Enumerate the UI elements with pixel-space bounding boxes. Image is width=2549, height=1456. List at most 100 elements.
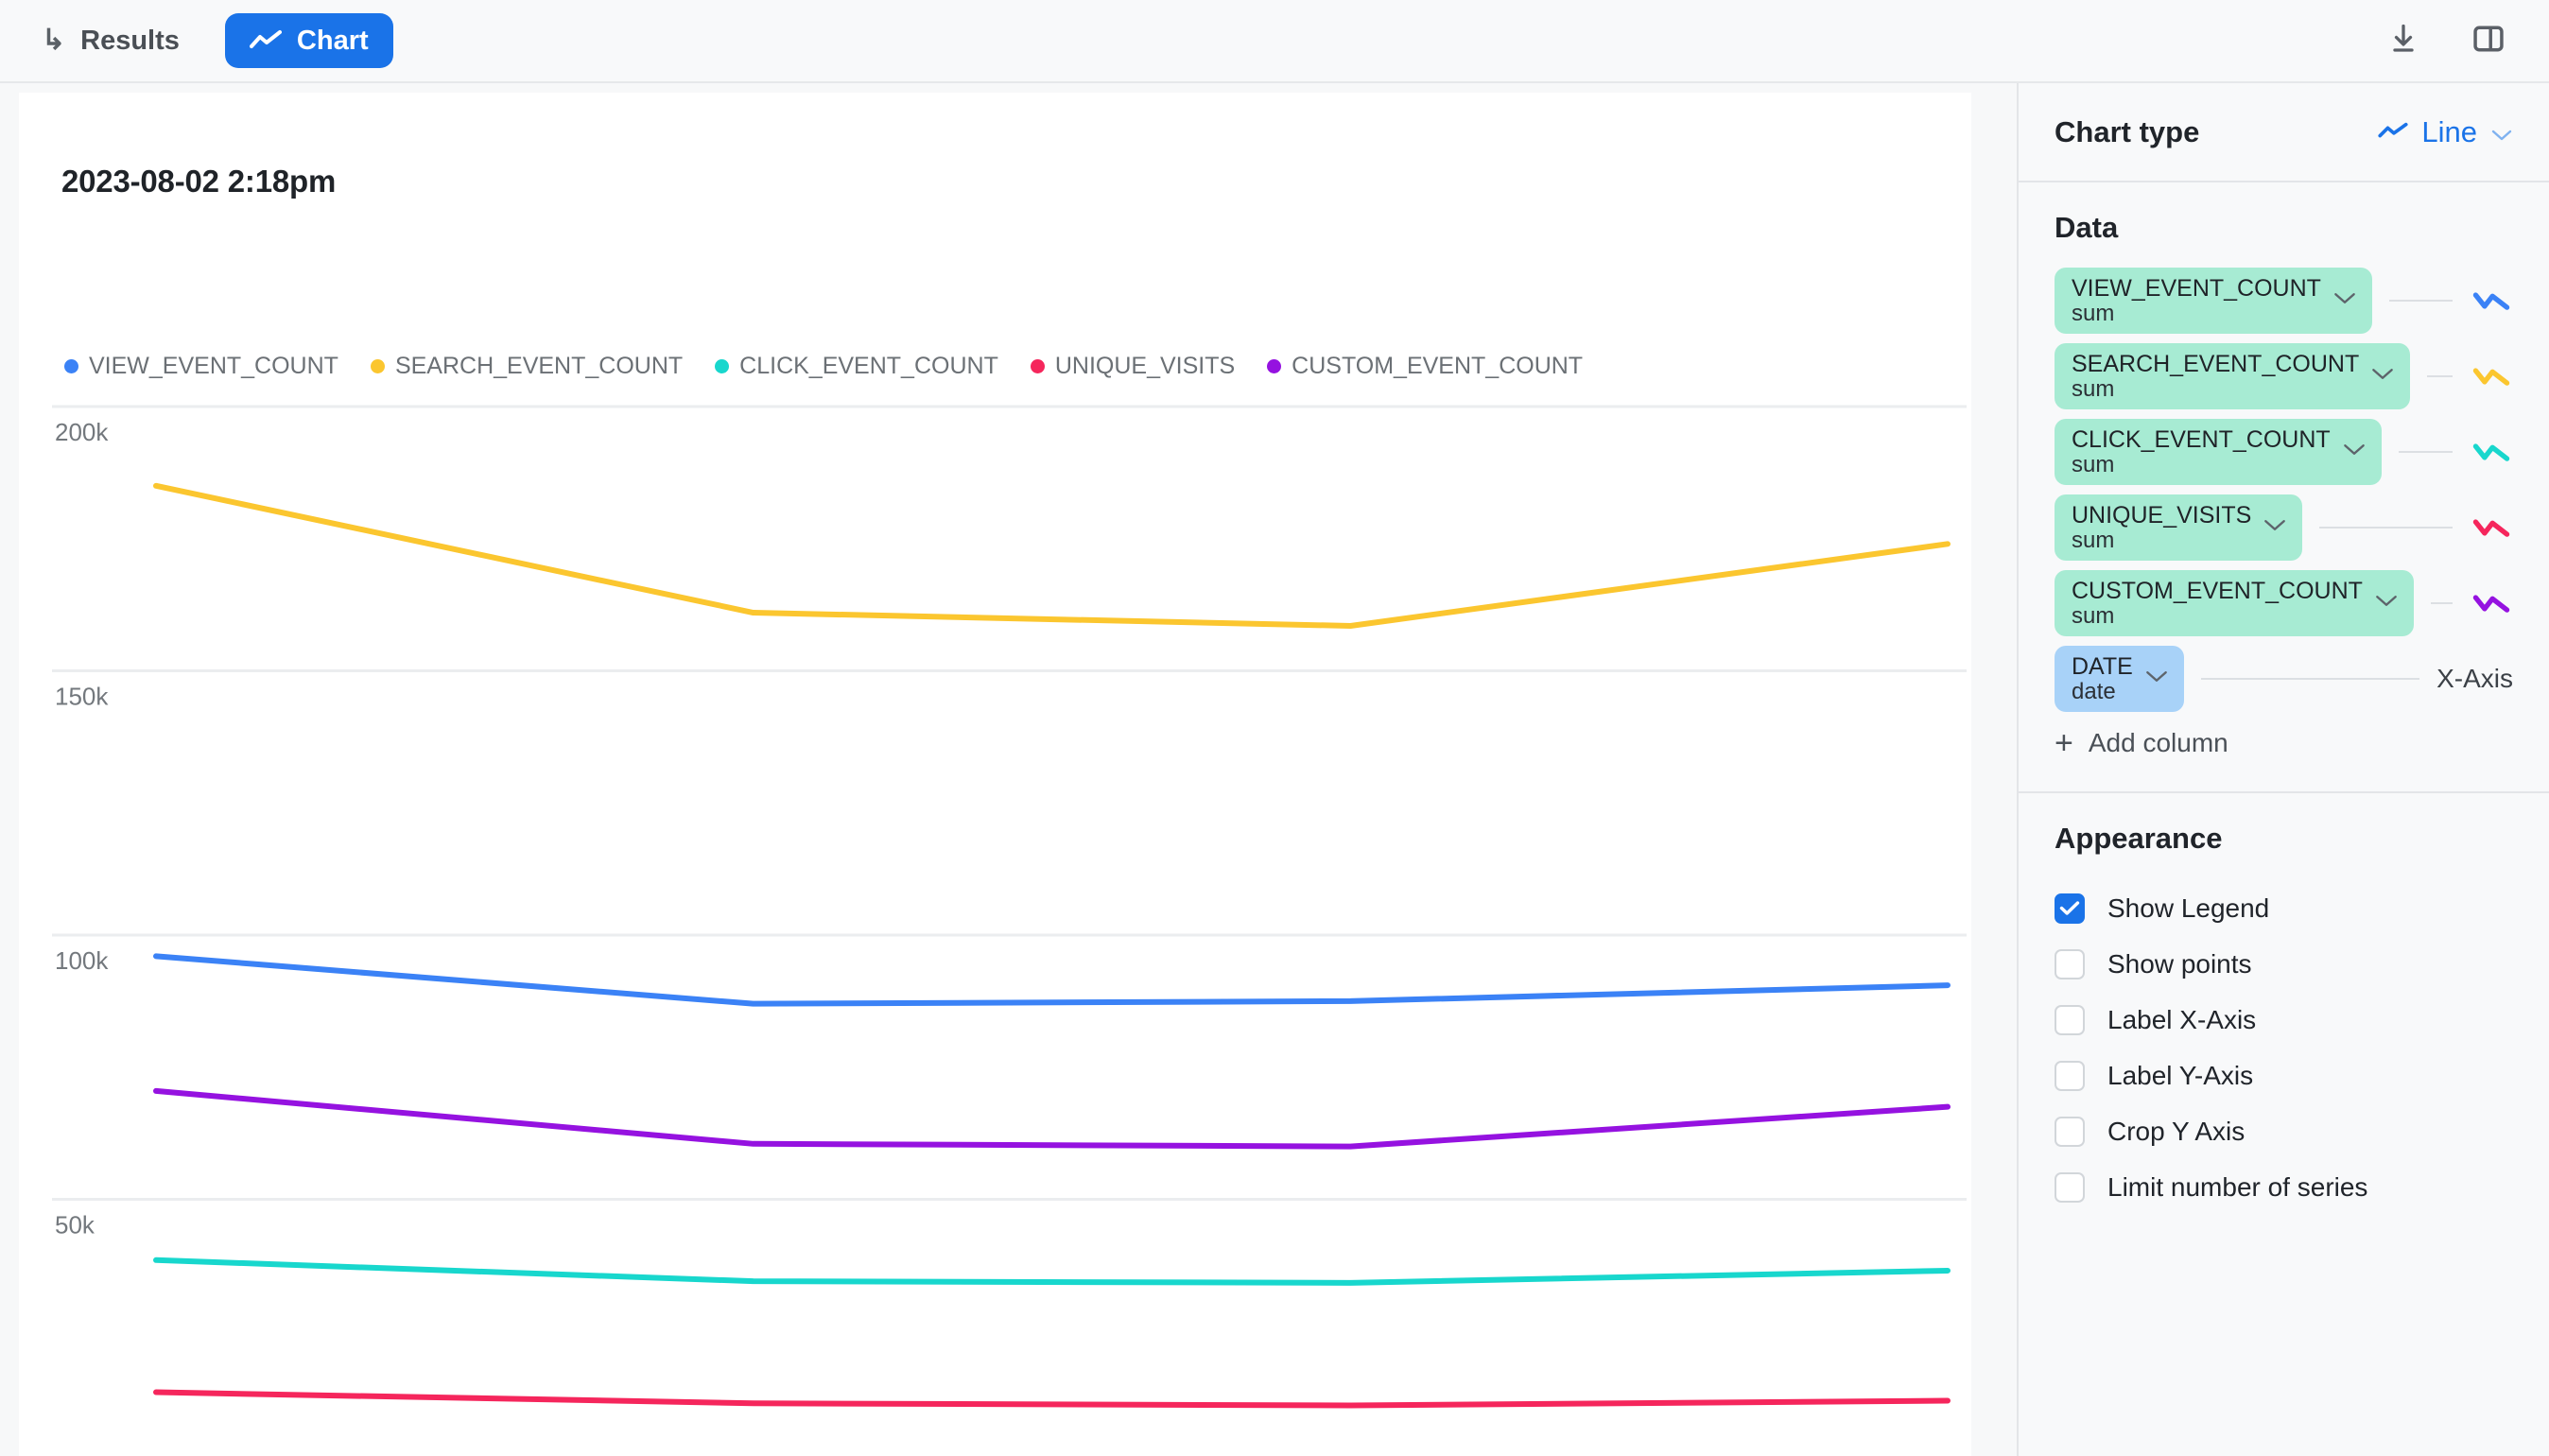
connector-line [2200,678,2420,680]
column-name: VIEW_EVENT_COUNT [2072,274,2321,302]
column-name: UNIQUE_VISITS [2072,501,2252,529]
connector-line [2430,602,2453,604]
column-chip[interactable]: CUSTOM_EVENT_COUNT sum [2055,569,2414,637]
view-tabs: ↳ Results Chart [0,13,393,68]
series-line-icon[interactable] [2470,288,2513,313]
plus-icon: + [2055,725,2073,761]
gridlines [52,405,1967,1201]
appearance-option[interactable]: Label Y-Axis [2055,1048,2513,1103]
toolbar-actions [2383,20,2549,61]
column-chip[interactable]: CLICK_EVENT_COUNT sum [2055,418,2382,486]
appearance-panel: Appearance Show Legend Show points Label X… [2019,793,2549,1215]
appearance-option-list: Show Legend Show points Label X-Axis Label … [2055,880,2513,1215]
data-column-row: VIEW_EVENT_COUNT sum [2055,267,2513,335]
column-aggregation: date [2072,678,2116,704]
column-aggregation: sum [2072,375,2115,402]
arrow-return-icon: ↳ [42,25,66,56]
tab-chart[interactable]: Chart [224,13,393,68]
checkbox-icon[interactable] [2055,1116,2085,1147]
appearance-option-label: Limit number of series [2107,1171,2368,1202]
main-area: 2023-08-02 2:18pm VIEW_EVENT_COUNT SEARCH… [0,83,2549,1456]
connector-line [2398,451,2453,453]
chart-pane: 2023-08-02 2:18pm VIEW_EVENT_COUNT SEARCH… [0,83,2017,1456]
series-line-icon[interactable] [2470,591,2513,615]
data-column-list: VIEW_EVENT_COUNT sum SEARCH_EVENT_COUNT sum… [2055,267,2513,713]
data-column-row: SEARCH_EVENT_COUNT sum [2055,342,2513,410]
column-name: CLICK_EVENT_COUNT [2072,425,2331,453]
line-chart-icon [2378,115,2408,149]
chevron-down-icon [2490,115,2513,149]
column-aggregation: sum [2072,451,2115,477]
connector-line [2388,300,2453,302]
chart-builder-app: ↳ Results Chart 2023-08-02 2:18pm VIEW_E… [0,0,2549,1456]
series-line-icon[interactable] [2470,364,2513,389]
column-name: SEARCH_EVENT_COUNT [2072,350,2360,377]
download-button[interactable] [2383,20,2424,61]
add-column-button[interactable]: + Add column [2055,727,2513,759]
tab-results[interactable]: ↳ Results [17,13,204,68]
chevron-down-icon [2342,442,2367,461]
data-panel: Data VIEW_EVENT_COUNT sum SEARCH_EVENT_COU… [2019,182,2549,793]
column-chip[interactable]: SEARCH_EVENT_COUNT sum [2055,342,2411,410]
tab-chart-label: Chart [296,25,369,56]
data-column-row: UNIQUE_VISITS sum [2055,494,2513,562]
chevron-down-icon [2332,291,2357,310]
checkbox-icon[interactable] [2055,1004,2085,1035]
appearance-option-label: Show Legend [2107,893,2270,923]
chart-type-panel: Chart type Line [2019,83,2549,182]
data-column-row: DATE date X-Axis [2055,645,2513,713]
checkbox-icon[interactable] [2055,948,2085,979]
column-name: DATE [2072,652,2133,680]
download-icon [2386,22,2420,61]
split-panel-button[interactable] [2468,20,2509,61]
connector-line [2319,527,2453,529]
chevron-down-icon [2263,518,2287,537]
chart-plot: 50k100k150k200k0 07-2707-2807-2907-30 [52,405,1967,1409]
chart-settings-sidebar: Chart type Line Data VIEW_EVENT_COUNT su… [2017,83,2549,1456]
top-toolbar: ↳ Results Chart [0,0,2549,83]
column-chip[interactable]: DATE date [2055,645,2184,713]
split-panel-icon [2471,21,2506,61]
chevron-down-icon [2144,669,2169,688]
column-chip[interactable]: UNIQUE_VISITS sum [2055,494,2303,562]
appearance-option[interactable]: Show points [2055,936,2513,992]
column-name: CUSTOM_EVENT_COUNT [2072,577,2363,604]
appearance-option-label: Crop Y Axis [2107,1116,2246,1146]
series-line-icon[interactable] [2470,515,2513,540]
y-tick-labels: 50k100k150k200k0 [55,418,109,1239]
column-aggregation: sum [2072,527,2115,553]
appearance-heading: Appearance [2055,822,2223,855]
appearance-option-label: Label X-Axis [2107,1004,2257,1034]
connector-line [2427,375,2453,377]
series-line-icon[interactable] [2470,440,2513,464]
appearance-option-label: Show points [2107,948,2252,979]
appearance-option[interactable]: Show Legend [2055,880,2513,936]
checkbox-icon[interactable] [2055,1060,2085,1091]
checkbox-checked-icon[interactable] [2055,893,2085,924]
checkbox-icon[interactable] [2055,1171,2085,1203]
y-tick-label: 100k [55,946,109,975]
y-tick-label: 50k [55,1211,95,1239]
series-line [153,482,1951,629]
tab-results-label: Results [80,25,180,56]
appearance-option[interactable]: Limit number of series [2055,1159,2513,1215]
appearance-option-label: Label Y-Axis [2107,1060,2254,1090]
data-column-row: CLICK_EVENT_COUNT sum [2055,418,2513,486]
chart-card: 2023-08-02 2:18pm VIEW_EVENT_COUNT SEARCH… [19,93,1971,1456]
column-aggregation: sum [2072,300,2115,326]
line-chart-icon [249,29,282,52]
x-axis-tag: X-Axis [2436,664,2513,693]
data-column-row: CUSTOM_EVENT_COUNT sum [2055,569,2513,637]
chart-type-select[interactable]: Line [2378,115,2513,149]
series-line [153,953,1951,1007]
series-line [153,1087,1951,1150]
column-chip[interactable]: VIEW_EVENT_COUNT sum [2055,267,2372,335]
chart-type-value-label: Line [2421,114,2477,148]
appearance-option[interactable]: Label X-Axis [2055,992,2513,1048]
appearance-option[interactable]: Crop Y Axis [2055,1103,2513,1159]
chevron-down-icon [2374,594,2399,613]
data-heading: Data [2055,211,2119,244]
series-line [153,1257,1951,1286]
y-tick-label: 200k [55,418,109,446]
y-tick-label: 150k [55,683,109,711]
